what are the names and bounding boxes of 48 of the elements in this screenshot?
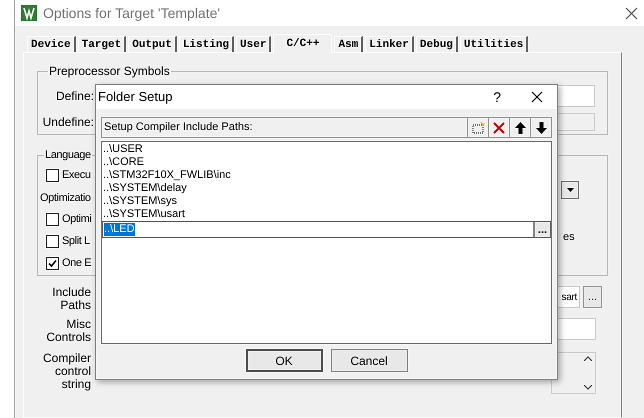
path-item[interactable]: ..\USER	[102, 143, 551, 156]
path-item[interactable]: ..\SYSTEM\delay	[102, 182, 551, 195]
close-icon[interactable]	[531, 91, 543, 103]
checkbox-label: Split L	[62, 234, 90, 250]
checked-checkbox[interactable]	[46, 257, 59, 270]
tab[interactable]: Target	[78, 36, 126, 52]
field-label: Compiler control string	[42, 352, 91, 391]
dialog-title: Folder Setup	[98, 88, 172, 106]
field-label: Include Paths	[51, 286, 91, 312]
dropdown-button[interactable]	[561, 181, 579, 199]
close-icon[interactable]	[625, 6, 638, 20]
group-title: Language	[44, 148, 92, 162]
browse-button[interactable]: ...	[583, 286, 602, 308]
checkbox-label: Execu	[62, 168, 91, 184]
tab[interactable]: C/C++	[273, 34, 332, 53]
path-item[interactable]: ..\SYSTEM\usart	[102, 208, 551, 221]
tab[interactable]: Asm	[334, 36, 364, 52]
group-title: Preprocessor Symbols	[48, 64, 171, 78]
tab[interactable]: Output	[128, 36, 177, 52]
tab[interactable]: Utilities	[460, 36, 528, 52]
checkbox[interactable]	[46, 235, 59, 248]
header-label: Setup Compiler Include Paths:	[104, 120, 253, 136]
checkbox-label: One E	[62, 256, 92, 272]
option-label: es	[563, 230, 575, 245]
dialog-button[interactable]: OK	[246, 349, 322, 372]
scroll-up-icon[interactable]	[584, 356, 592, 361]
checkbox[interactable]	[46, 213, 59, 226]
path-item[interactable]: ..\CORE	[102, 156, 551, 169]
tab[interactable]: Device	[27, 36, 76, 52]
tab[interactable]: Linker	[365, 36, 414, 52]
tab[interactable]: Listing	[178, 36, 234, 52]
path-item[interactable]: ..\SYSTEM\sys	[102, 195, 551, 208]
field-label: Undefine:	[42, 114, 94, 131]
checkbox-label: Optimi	[62, 212, 92, 228]
section-label: Optimizatio	[40, 191, 92, 205]
window-title: Options for Target 'Template'	[43, 4, 220, 23]
caret-icon	[566, 188, 574, 192]
dialog-button[interactable]: Cancel	[330, 349, 408, 372]
help-button[interactable]: ?	[493, 86, 501, 108]
field-label: Misc Controls	[45, 318, 91, 344]
tab[interactable]: Debug	[416, 36, 458, 52]
field-label: Define:	[54, 88, 94, 105]
app-logo-icon	[21, 5, 37, 21]
tab[interactable]: User	[236, 36, 272, 52]
scroll-down-icon[interactable]	[584, 385, 592, 390]
checkbox[interactable]	[46, 169, 59, 182]
new-folder-icon[interactable]	[467, 118, 488, 137]
path-item[interactable]: ..\STM32F10X_FWLIB\inc	[102, 169, 551, 182]
